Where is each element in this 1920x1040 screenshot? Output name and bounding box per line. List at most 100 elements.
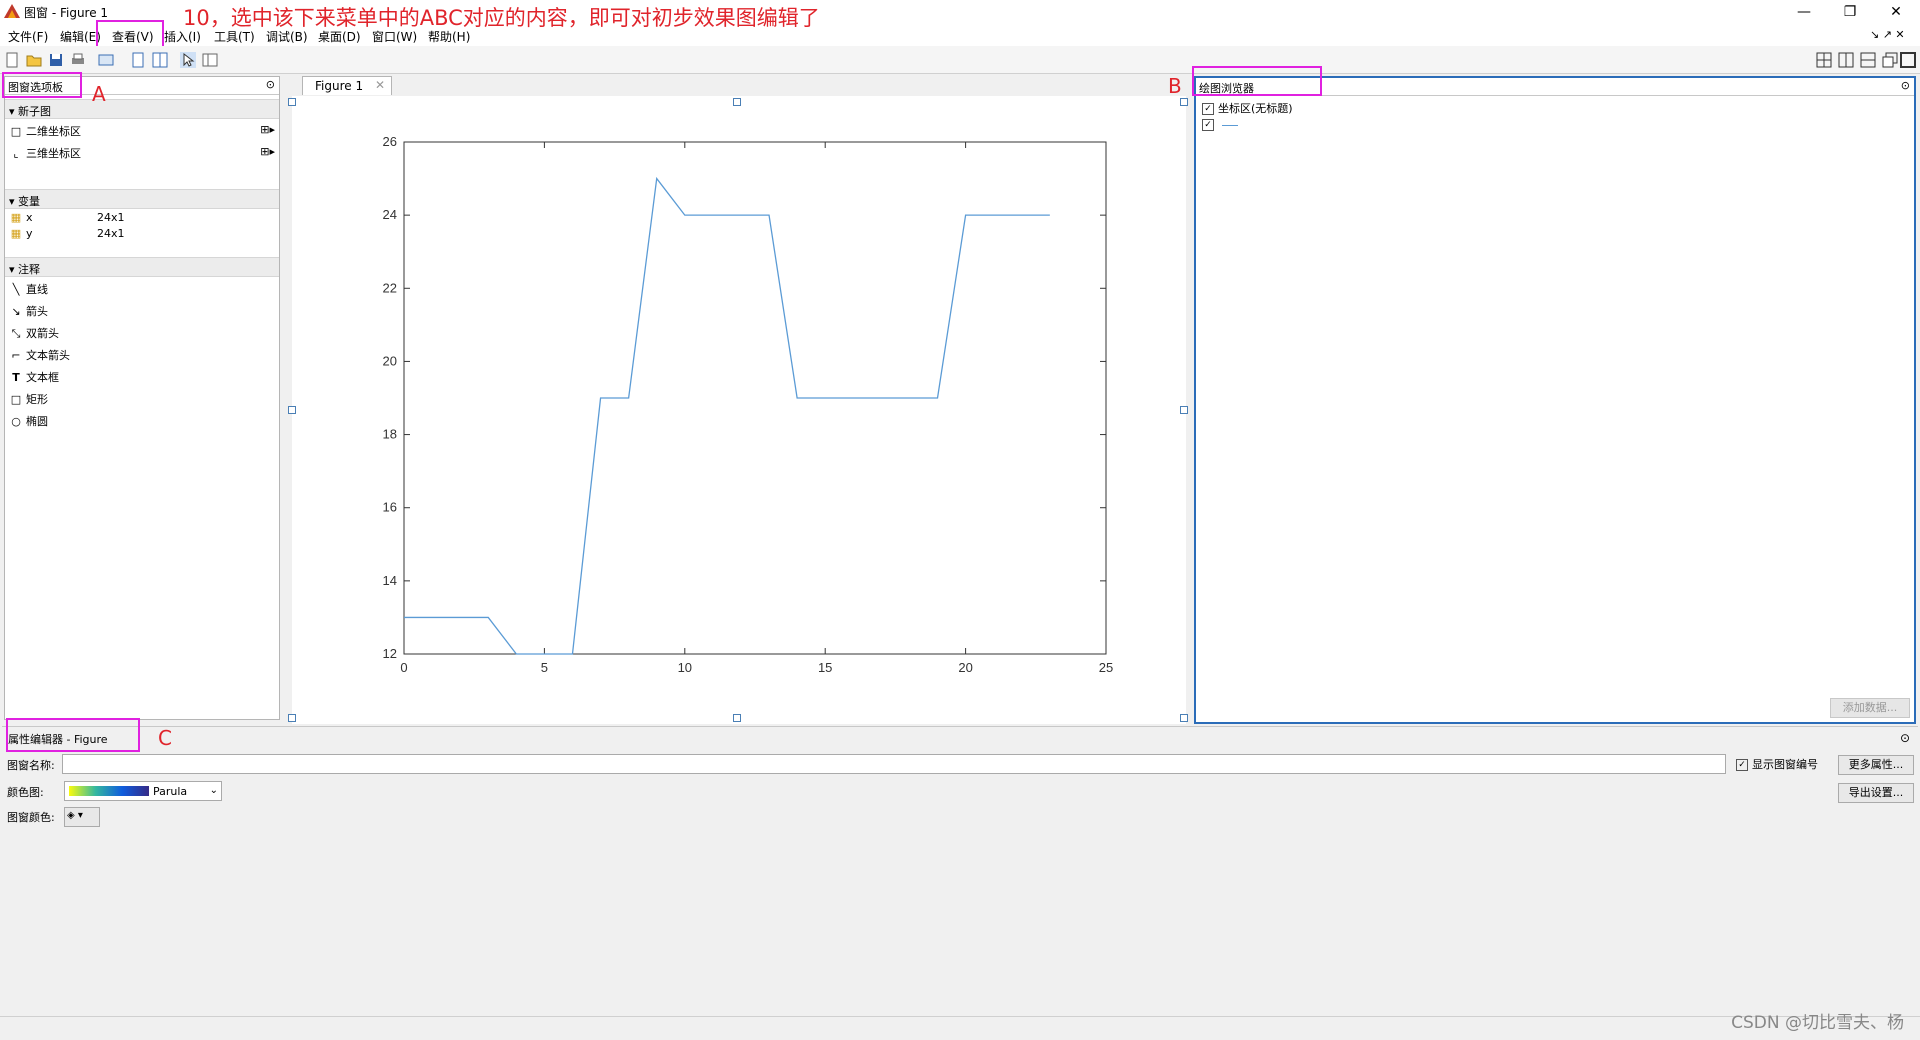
open-folder-icon[interactable] (26, 52, 42, 68)
annotation-text: 10，选中该下来菜单中的ABC对应的内容，即可对初步效果图编辑了 (183, 6, 820, 30)
print-icon[interactable] (70, 52, 86, 68)
x-tick-label: 15 (818, 660, 832, 675)
annot-double-arrow[interactable]: ⤡ 双箭头 (9, 325, 59, 345)
layout-grid-icon[interactable] (1816, 52, 1832, 68)
selection-handle[interactable] (288, 98, 296, 106)
colormap-label: 颜色图: (7, 786, 44, 799)
x-tick-label: 25 (1099, 660, 1113, 675)
layout-rows-icon[interactable] (1860, 52, 1876, 68)
more-properties-button[interactable]: 更多属性... (1838, 755, 1914, 775)
menu-file[interactable]: 文件(F) (8, 28, 48, 45)
float-icon[interactable] (1882, 52, 1898, 68)
selection-handle[interactable] (1180, 98, 1188, 106)
colormap-value: Parula (153, 785, 188, 798)
selection-handle[interactable] (733, 714, 741, 722)
tab-figure-1[interactable]: Figure 1 ✕ (302, 76, 392, 95)
section-variables[interactable]: ▾ 变量 (5, 189, 279, 209)
selection-handle[interactable] (288, 714, 296, 722)
figure-color-label: 图窗颜色: (7, 811, 55, 824)
menu-edit[interactable]: 编辑(E) (60, 28, 101, 45)
selection-handle[interactable] (733, 98, 741, 106)
restore-button[interactable]: ❐ (1830, 2, 1870, 22)
layout-columns-icon[interactable] (1838, 52, 1854, 68)
save-icon[interactable] (48, 52, 64, 68)
annot-arrow[interactable]: ↘ 箭头 (9, 303, 48, 323)
window-title: 图窗 - Figure 1 (24, 6, 109, 20)
y-tick-label: 18 (383, 427, 397, 442)
grid-dropdown-icon[interactable]: ⊞▸ (260, 123, 275, 136)
highlight-view-menu (96, 20, 164, 48)
figure-name-label: 图窗名称: (7, 759, 55, 772)
selection-handle[interactable] (288, 406, 296, 414)
x-tick-label: 0 (400, 660, 407, 675)
annot-rectangle[interactable]: □ 矩形 (9, 391, 48, 411)
annot-line[interactable]: ╲ 直线 (9, 281, 48, 301)
annot-textbox-label: 文本框 (26, 371, 59, 384)
annot-ellipse-label: 椭圆 (26, 415, 48, 428)
colormap-swatch (69, 786, 149, 796)
y-tick-label: 26 (383, 134, 397, 149)
minimize-button[interactable]: — (1784, 2, 1824, 22)
panel-menu-icon[interactable]: ⊙ (266, 78, 275, 91)
new-figure-icon[interactable] (4, 52, 20, 68)
y-tick-label: 22 (383, 280, 397, 295)
maximize-layout-icon[interactable] (1900, 52, 1916, 68)
annot-ellipse[interactable]: ○ 椭圆 (9, 413, 48, 433)
add-data-button[interactable]: 添加数据... (1830, 698, 1910, 718)
selection-handle[interactable] (1180, 406, 1188, 414)
hide-tools-icon[interactable] (130, 52, 146, 68)
watermark: CSDN @切比雪夫、杨 (1731, 1013, 1904, 1033)
panel-menu-icon[interactable]: ⊙ (1901, 79, 1910, 92)
line-chart[interactable]: 0 5 10 15 20 25 12 14 16 18 20 22 24 26 (292, 96, 1186, 724)
highlight-plot-browser (1192, 66, 1322, 96)
property-inspector-icon[interactable] (202, 52, 218, 68)
item-2d-axes-label: 二维坐标区 (26, 125, 81, 138)
checkbox-checked-icon[interactable]: ✓ (1202, 119, 1214, 131)
colormap-dropdown[interactable]: Parula ⌄ (64, 781, 222, 801)
item-2d-axes[interactable]: □ 二维坐标区 ⊞▸ (9, 123, 275, 143)
export-settings-button[interactable]: 导出设置... (1838, 783, 1914, 803)
x-tick-label: 10 (678, 660, 692, 675)
status-bar (0, 1016, 1920, 1040)
checkbox-checked-icon[interactable]: ✓ (1736, 759, 1748, 771)
section-annotations-label: 注释 (18, 263, 41, 276)
chevron-down-icon: ⌄ (209, 785, 218, 796)
annot-text-arrow[interactable]: ⌐ 文本箭头 (9, 347, 70, 367)
plot-browser-axes-item[interactable]: ✓ 坐标区(无标题) (1202, 100, 1293, 116)
label-c: C (158, 726, 172, 750)
figure-name-input[interactable] (62, 754, 1726, 774)
panel-menu-icon[interactable]: ⊙ (1900, 731, 1910, 745)
label-a: A (92, 82, 106, 106)
variable-size: 24x1 (97, 227, 125, 240)
variable-x[interactable]: ▦ x 24x1 (9, 211, 125, 227)
item-3d-axes[interactable]: ⌞ 三维坐标区 ⊞▸ (9, 145, 275, 165)
axes-item-label: 坐标区(无标题) (1218, 102, 1293, 115)
figure-color-picker[interactable]: ◈ ▾ (64, 807, 100, 827)
annot-rectangle-label: 矩形 (26, 393, 48, 406)
section-annotations[interactable]: ▾ 注释 (5, 257, 279, 277)
close-tab-icon[interactable]: ✕ (375, 78, 385, 92)
undock-icons[interactable]: ↘ ↗ ✕ (1870, 28, 1905, 41)
annot-arrow-label: 箭头 (26, 305, 48, 318)
axes-3d-icon: ⌞ (13, 147, 19, 160)
selection-handle[interactable] (1180, 714, 1188, 722)
grid-dropdown-icon[interactable]: ⊞▸ (260, 145, 275, 158)
plot-browser-line-item[interactable]: ✓ (1202, 118, 1238, 131)
link-plot-icon[interactable] (98, 52, 114, 68)
matlab-app-icon (4, 4, 20, 18)
y-tick-label: 16 (383, 500, 397, 515)
show-number-label: 显示图窗编号 (1752, 758, 1818, 771)
edit-plot-arrow-icon[interactable] (180, 52, 196, 68)
variable-y[interactable]: ▦ y 24x1 (9, 227, 125, 243)
y-tick-label: 14 (383, 573, 397, 588)
tab-figure-1-label: Figure 1 (315, 79, 364, 93)
figure-palette-panel: 图窗选项板 ⊙ ▾ 新子图 □ 二维坐标区 ⊞▸ ⌞ 三维坐标区 ⊞▸ ▾ 变量 ▦ x 2… (4, 76, 280, 720)
section-variables-label: 变量 (18, 195, 41, 208)
section-new-subplot[interactable]: ▾ 新子图 (5, 99, 279, 119)
annot-textbox[interactable]: T 文本框 (9, 369, 59, 389)
item-3d-axes-label: 三维坐标区 (26, 147, 81, 160)
show-tools-icon[interactable] (152, 52, 168, 68)
close-button[interactable]: ✕ (1876, 2, 1916, 22)
checkbox-checked-icon[interactable]: ✓ (1202, 103, 1214, 115)
show-number-option[interactable]: ✓ 显示图窗编号 (1736, 756, 1818, 772)
